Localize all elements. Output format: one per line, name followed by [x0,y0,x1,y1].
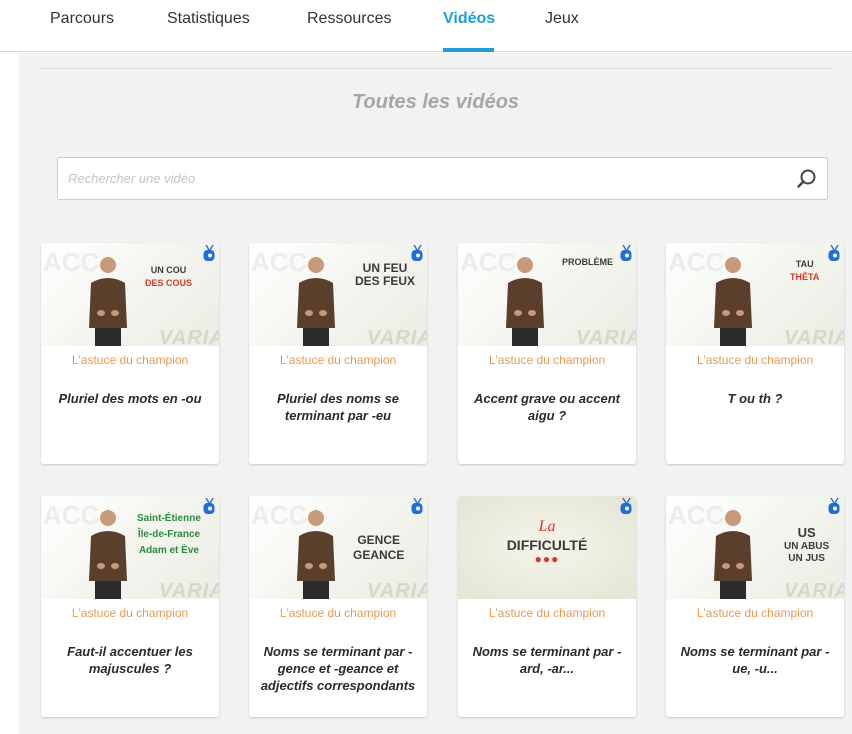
tv-icon [620,245,632,261]
tab-ressources[interactable]: Ressources [307,10,391,28]
video-card[interactable]: ACC VARIA UN FEU DES FEUX L'astuce du ch… [249,243,427,464]
search-icon [797,169,816,188]
video-title: Noms se terminant par -ard, -ar... [472,644,622,676]
tv-icon [411,245,423,261]
video-card[interactable]: ACC VARIA TAU THÊTA L'astuce du champion… [666,243,844,464]
video-card[interactable]: La DIFFICULTÉ ●●● L'astuce du champion N… [458,496,636,717]
video-thumbnail: ACC VARIA UN FEU DES FEUX [249,243,427,346]
tv-icon [411,498,423,514]
video-title: T ou th ? [727,391,783,406]
tab-parcours[interactable]: Parcours [50,10,114,28]
video-title: Pluriel des noms se terminant par -eu [276,391,400,423]
tv-icon [620,498,632,514]
video-thumbnail: ACC VARIA PROBLÈME [458,243,636,346]
tv-icon [203,498,215,514]
search-input[interactable] [68,158,788,199]
videos-panel: Toutes les vidéos ACC VARIA UN COU DES C… [19,53,852,734]
video-title: Faut-il accentuer les majuscules ? [67,644,193,676]
tv-icon [828,498,840,514]
video-card[interactable]: ACC VARIA Saint-Étienne Île-de-France Ad… [41,496,219,717]
video-category: L'astuce du champion [696,353,814,367]
active-tab-indicator [443,48,494,52]
presenter-image [89,257,127,346]
tv-icon [203,245,215,261]
video-card[interactable]: ACC VARIA PROBLÈME L'astuce du champion … [458,243,636,464]
video-category: L'astuce du champion [488,606,606,620]
presenter-image [297,510,335,599]
video-category: L'astuce du champion [71,353,189,367]
dots-decoration: ●●● [534,552,560,566]
presenter-image [89,510,127,599]
video-category: L'astuce du champion [696,606,814,620]
video-thumbnail: La DIFFICULTÉ ●●● [458,496,636,599]
video-card[interactable]: ACC VARIA UN COU DES COUS L'astuce du ch… [41,243,219,464]
video-title: Noms se terminant par -gence et -geance … [260,644,416,693]
video-thumbnail: ACC VARIA TAU THÊTA [666,243,844,346]
video-category: L'astuce du champion [279,353,397,367]
presenter-image [297,257,335,346]
tv-icon [828,245,840,261]
video-thumbnail: ACC VARIA UN COU DES COUS [41,243,219,346]
tab-jeux[interactable]: Jeux [545,10,579,28]
search-box [57,157,828,200]
divider [41,68,832,69]
video-thumbnail: ACC VARIA US UN ABUS UN JUS [666,496,844,599]
video-card[interactable]: ACC VARIA GENCE GEANCE L'astuce du champ… [249,496,427,717]
video-category: L'astuce du champion [488,353,606,367]
presenter-image [714,510,752,599]
video-card[interactable]: ACC VARIA US UN ABUS UN JUS L'astuce du … [666,496,844,717]
top-navigation: Parcours Statistiques Ressources Vidéos … [0,0,852,52]
video-title: Pluriel des mots en -ou [58,391,202,406]
tab-videos[interactable]: Vidéos [443,10,495,28]
video-title: Noms se terminant par -ue, -u... [680,644,830,676]
page-title: Toutes les vidéos [351,91,520,113]
video-category: L'astuce du champion [279,606,397,620]
video-thumbnail: ACC VARIA GENCE GEANCE [249,496,427,599]
video-category: L'astuce du champion [71,606,189,620]
tab-statistiques[interactable]: Statistiques [167,10,250,28]
video-thumbnail: ACC VARIA Saint-Étienne Île-de-France Ad… [41,496,219,599]
search-button[interactable] [795,167,819,191]
presenter-image [506,257,544,346]
presenter-image [714,257,752,346]
video-title: Accent grave ou accent aigu ? [474,391,620,423]
